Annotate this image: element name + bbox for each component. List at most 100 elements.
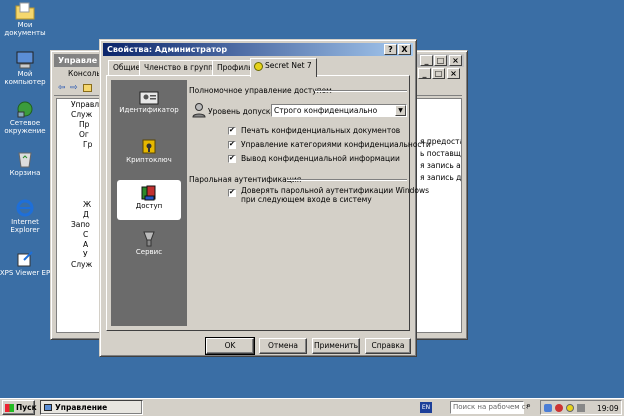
forward-arrow-icon[interactable]: ⇨	[70, 83, 78, 93]
start-button[interactable]: Пуск	[2, 400, 37, 415]
desktop-icon-label: Корзина	[9, 169, 41, 177]
sidebar-item-label: Доступ	[135, 202, 163, 210]
trust-label-line1: Доверять парольной аутентификации Window…	[241, 186, 430, 195]
checkbox-categories[interactable]	[228, 140, 236, 149]
console-close-button[interactable]: ×	[447, 68, 460, 79]
task-label: Управление компью...	[55, 403, 108, 412]
desktop-search-input[interactable]: Поиск на рабочем ст	[450, 401, 530, 414]
tree-item[interactable]: А	[83, 240, 88, 249]
tab-secret-net[interactable]: Secret Net 7	[250, 58, 317, 77]
tab-panel: Идентификатор Криптоключ Доступ Сервис П…	[106, 75, 431, 331]
group-divider	[287, 179, 407, 181]
level-select-value: Строго конфиденциально	[274, 106, 378, 115]
ie-icon	[16, 199, 34, 217]
desktop-icon-ie[interactable]: Internet Explorer	[0, 199, 52, 234]
level-select[interactable]: Строго конфиденциально ▼	[271, 104, 407, 117]
minimize-button[interactable]: _	[420, 55, 433, 66]
checkbox-print-label: Печать конфиденциальных документов	[241, 126, 401, 135]
details-text: ь поставщика	[420, 149, 461, 158]
taskbar-task-computer-management[interactable]: Управление компью...	[40, 400, 143, 415]
network-tray-icon[interactable]	[544, 404, 552, 412]
tree-item[interactable]: Д	[83, 210, 89, 219]
desktop-icon-my-computer[interactable]: Мой компьютер	[0, 51, 52, 86]
back-arrow-icon[interactable]: ⇦	[58, 83, 66, 93]
group-title-mandatory-access: Полномочное управление доступом	[189, 86, 332, 95]
cancel-button[interactable]: Отмена	[259, 338, 307, 354]
desktop-icon-label: Мой компьютер	[4, 70, 46, 86]
dialog-titlebar[interactable]: Свойства: Администратор ? X	[103, 43, 413, 56]
secret-net-tray-icon[interactable]	[566, 404, 574, 412]
close-button[interactable]: ×	[449, 55, 462, 66]
checkbox-output-label: Вывод конфиденциальной информации	[241, 154, 400, 163]
start-label: Пуск	[16, 403, 37, 412]
checkbox-output[interactable]	[228, 154, 236, 163]
tree-item[interactable]: У	[83, 250, 88, 259]
sidebar-item-label: Сервис	[135, 248, 163, 256]
sidebar-item-access[interactable]: Доступ	[117, 180, 181, 220]
secret-net-icon	[254, 62, 263, 71]
group-title-password-auth: Парольная аутентификация	[189, 175, 302, 184]
sidebar-item-cryptokey[interactable]: Криптоключ	[117, 136, 181, 172]
folder-up-icon[interactable]	[83, 84, 92, 92]
trust-label-line2: при следующем входе в систему	[241, 195, 372, 204]
cryptokey-icon	[142, 139, 156, 154]
tree-item[interactable]: С	[83, 230, 88, 239]
level-label: Уровень допуска:	[208, 107, 278, 116]
desktop-icon-label: Internet Explorer	[10, 218, 40, 234]
tree-item[interactable]: Ж	[83, 200, 91, 209]
desktop-icon-my-documents[interactable]: Мои документы	[0, 2, 52, 37]
properties-dialog[interactable]: Свойства: Администратор ? X Общие Членст…	[99, 39, 431, 357]
desktop-icon-label: XPS Viewer EP	[0, 269, 51, 277]
desktop-icon-xps[interactable]: XPS Viewer EP	[0, 250, 52, 277]
desktop-icon-label: Мои документы	[4, 21, 46, 37]
sidebar-item-label: Идентификатор	[119, 106, 179, 114]
tree-item[interactable]: Запо	[71, 220, 90, 229]
help-text-button[interactable]: Справка	[365, 338, 411, 354]
maximize-button[interactable]: □	[434, 55, 447, 66]
category-sidebar: Идентификатор Криптоключ Доступ Сервис	[111, 80, 187, 326]
tree-item[interactable]: Гр	[83, 140, 92, 149]
computer-management-icon	[44, 404, 52, 411]
details-text: я запись адм	[420, 161, 461, 170]
network-icon	[17, 101, 33, 118]
desktop-icon-recycle-bin[interactable]: Корзина	[0, 150, 52, 177]
apply-button[interactable]: Применить	[312, 338, 360, 354]
access-books-icon	[141, 185, 156, 201]
system-tray: 19:09	[540, 400, 622, 415]
recycle-bin-icon	[18, 152, 32, 168]
dialog-close-button[interactable]: X	[398, 44, 411, 55]
tree-item[interactable]: Служ	[71, 110, 92, 119]
console-minimize-button[interactable]: _	[418, 68, 431, 79]
details-text: я запись для .	[420, 173, 462, 182]
computer-icon	[16, 51, 34, 69]
desktop-icon-network[interactable]: Сетевое окружение	[0, 100, 52, 135]
checkbox-print[interactable]	[228, 126, 236, 135]
console-restore-button[interactable]: □	[432, 68, 445, 79]
sidebar-item-service[interactable]: Сервис	[117, 228, 181, 264]
id-card-icon	[139, 91, 159, 105]
clock[interactable]: 19:09	[597, 404, 619, 413]
ok-button[interactable]: OK	[205, 337, 255, 355]
tree-item[interactable]: Ог	[79, 130, 89, 139]
chevron-down-icon[interactable]: ▼	[395, 105, 406, 116]
language-indicator[interactable]: EN	[420, 402, 432, 413]
dialog-title: Свойства: Администратор	[107, 45, 228, 54]
folder-documents-icon	[15, 2, 35, 20]
sidebar-item-label: Криптоключ	[126, 156, 172, 164]
taskbar: Пуск Управление компью... EN Поиск на ра…	[0, 398, 624, 416]
tree-item[interactable]: Пр	[79, 120, 89, 129]
user-level-icon	[192, 103, 206, 118]
search-icon[interactable]: ⌕	[526, 401, 531, 411]
tree-item[interactable]: Служ	[71, 260, 92, 269]
desktop-icon-label: Сетевое окружение	[4, 119, 46, 135]
shield-tray-icon[interactable]	[555, 404, 563, 412]
window-title: Управле	[58, 56, 98, 65]
sidebar-item-identifier[interactable]: Идентификатор	[117, 88, 181, 124]
checkbox-trust-password[interactable]	[228, 188, 236, 197]
xps-icon	[17, 251, 33, 267]
help-button[interactable]: ?	[384, 44, 397, 55]
search-placeholder: Поиск на рабочем ст	[453, 403, 530, 411]
volume-tray-icon[interactable]	[577, 404, 585, 412]
checkbox-categories-label: Управление категориями конфиденциальност…	[241, 140, 431, 149]
group-divider	[315, 90, 407, 92]
